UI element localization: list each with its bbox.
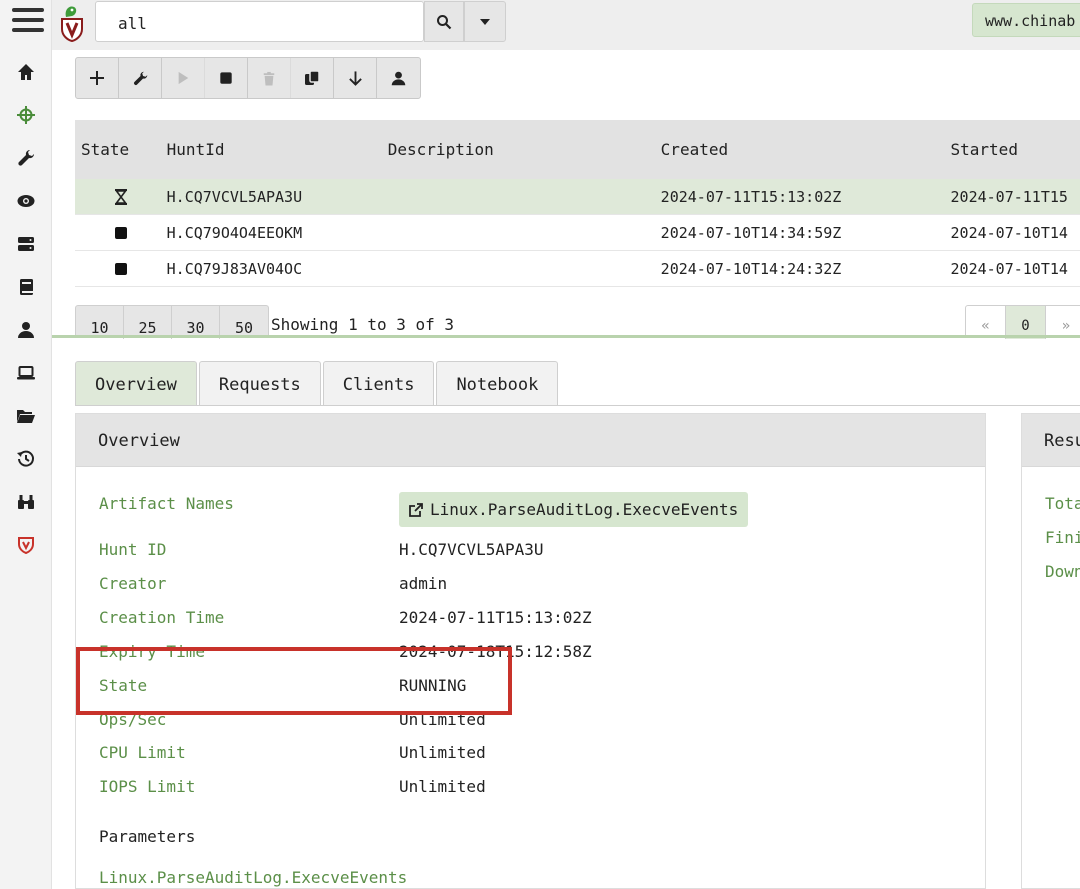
parameters-heading: Parameters [99, 827, 196, 846]
book-icon[interactable] [0, 272, 52, 302]
eye-icon[interactable] [0, 186, 52, 216]
column-header-created[interactable]: Created [661, 140, 951, 159]
arrow-down-icon [348, 71, 362, 86]
wrench-icon [133, 71, 147, 85]
tab-overview[interactable]: Overview [75, 361, 197, 406]
overview-panel-title: Overview [76, 414, 985, 467]
new-hunt-button[interactable] [76, 58, 119, 98]
table-row[interactable]: H.CQ79O4O4EEOKM 2024-07-10T14:34:59Z 202… [75, 215, 1080, 251]
stop-hunt-button[interactable] [205, 58, 248, 98]
copy-icon [305, 70, 320, 85]
results-total-label: Tota [1045, 494, 1080, 513]
artifact-names-label: Artifact Names [99, 494, 234, 513]
creation-time-label: Creation Time [99, 608, 225, 627]
tab-notebook[interactable]: Notebook [436, 361, 559, 406]
edit-hunt-button[interactable] [119, 58, 162, 98]
hourglass-icon [75, 188, 167, 205]
wrench-icon[interactable] [0, 143, 52, 173]
hunt-id-cell: H.CQ7VCVL5APA3U [166, 187, 303, 206]
history-icon[interactable] [0, 444, 52, 474]
pagination: « 0 » [965, 305, 1080, 339]
tabs-underline [75, 405, 1080, 406]
server-icon[interactable] [0, 229, 52, 259]
started-cell: 2024-07-11T15 [950, 187, 1068, 206]
velociraptor-shield-icon[interactable] [0, 530, 52, 560]
stop-icon [220, 72, 232, 84]
run-hunt-button[interactable] [162, 58, 205, 98]
cpu-limit-value: Unlimited [399, 743, 486, 762]
results-finished-label: Fini [1045, 528, 1080, 547]
hunt-user-button[interactable] [377, 58, 420, 98]
started-cell: 2024-07-10T14 [950, 223, 1068, 242]
top-bar: all www.chinab [52, 0, 1080, 50]
iops-limit-value: Unlimited [399, 777, 486, 796]
stop-icon [75, 262, 167, 275]
copy-hunt-button[interactable] [291, 58, 334, 98]
showing-count: Showing 1 to 3 of 3 [271, 315, 455, 334]
creator-value: admin [399, 574, 448, 593]
stop-icon [75, 226, 167, 239]
delete-hunt-button[interactable] [248, 58, 291, 98]
external-link-icon [409, 502, 423, 517]
home-icon[interactable] [0, 57, 52, 87]
results-panel: Resu Tota Fini Down [1021, 413, 1080, 889]
creation-time-value: 2024-07-11T15:13:02Z [399, 608, 592, 627]
table-header: State HuntId Description Created Started [75, 120, 1080, 179]
hunt-id-label: Hunt ID [99, 540, 167, 559]
velociraptor-logo-icon [58, 3, 86, 43]
tab-clients[interactable]: Clients [322, 361, 435, 406]
hunt-id-cell: H.CQ79J83AV04OC [166, 259, 303, 278]
user-icon[interactable] [0, 315, 52, 345]
results-panel-title: Resu [1022, 414, 1080, 467]
column-header-description[interactable]: Description [388, 140, 661, 159]
split-pane-divider[interactable] [52, 335, 1080, 338]
search-button[interactable] [424, 1, 464, 42]
created-cell: 2024-07-10T14:24:32Z [660, 259, 842, 278]
search-dropdown-button[interactable] [464, 1, 506, 42]
hunts-table: State HuntId Description Created Started… [75, 120, 1080, 287]
left-sidebar [0, 0, 52, 889]
creator-label: Creator [99, 574, 167, 593]
created-cell: 2024-07-10T14:34:59Z [660, 223, 842, 242]
trash-icon [263, 71, 275, 85]
started-cell: 2024-07-10T14 [950, 259, 1068, 278]
play-icon [178, 71, 189, 85]
results-download-label[interactable]: Down [1045, 562, 1080, 581]
hunt-id-cell: H.CQ79O4O4EEOKM [166, 223, 303, 242]
search-input[interactable]: all [95, 1, 424, 42]
plus-icon [90, 71, 104, 85]
highlight-annotation-box [76, 647, 512, 715]
column-header-huntid[interactable]: HuntId [167, 140, 388, 159]
folder-open-icon[interactable] [0, 401, 52, 431]
cpu-limit-label: CPU Limit [99, 743, 186, 762]
download-hunt-button[interactable] [334, 58, 377, 98]
hunt-detail-tabs: Overview Requests Clients Notebook [75, 361, 560, 406]
parameters-artifact-link[interactable]: Linux.ParseAuditLog.ExecveEvents [99, 868, 407, 887]
hunt-toolbar [75, 57, 421, 99]
org-selector-button[interactable]: www.chinab [972, 3, 1080, 37]
binoculars-icon[interactable] [0, 487, 52, 517]
created-cell: 2024-07-11T15:13:02Z [660, 187, 842, 206]
column-header-started[interactable]: Started [951, 140, 1080, 159]
artifact-name: Linux.ParseAuditLog.ExecveEvents [430, 500, 739, 519]
tab-requests[interactable]: Requests [198, 361, 321, 406]
column-header-state[interactable]: State [75, 140, 167, 159]
hamburger-menu-icon[interactable] [12, 8, 44, 38]
caret-down-icon [480, 18, 490, 25]
artifact-link-button[interactable]: Linux.ParseAuditLog.ExecveEvents [399, 492, 749, 527]
hunt-id-value: H.CQ7VCVL5APA3U [399, 540, 544, 559]
crosshair-icon[interactable] [0, 100, 52, 130]
table-row[interactable]: H.CQ7VCVL5APA3U 2024-07-11T15:13:02Z 202… [75, 179, 1080, 215]
search-icon [437, 14, 452, 29]
user-icon [391, 71, 406, 85]
page-size-selector: 10 25 30 50 [75, 305, 269, 339]
laptop-icon[interactable] [0, 358, 52, 388]
table-row[interactable]: H.CQ79J83AV04OC 2024-07-10T14:24:32Z 202… [75, 251, 1080, 287]
iops-limit-label: IOPS Limit [99, 777, 196, 796]
